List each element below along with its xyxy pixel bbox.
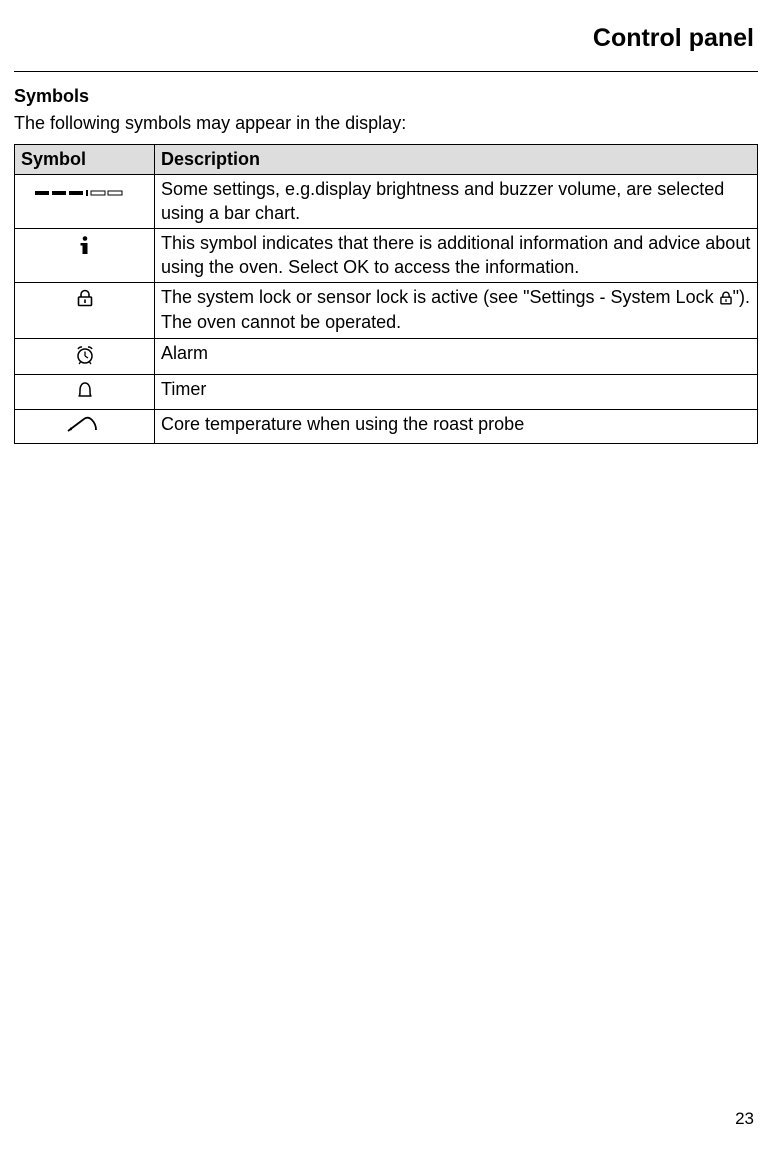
table-row: The system lock or sensor lock is active…	[15, 282, 758, 338]
alarm-icon	[75, 345, 95, 371]
intro-text-content: The following symbols may appear in the …	[14, 113, 406, 133]
probe-icon	[66, 416, 104, 440]
header-description-text: Description	[161, 149, 260, 169]
title-underline	[14, 71, 758, 72]
description-cell: This symbol indicates that there is addi…	[155, 229, 758, 283]
description-text: Some settings, e.g.display brightness an…	[161, 179, 724, 222]
lock-icon	[76, 289, 94, 313]
description-cell: Timer	[155, 375, 758, 409]
table-row: Some settings, e.g.display brightness an…	[15, 175, 758, 229]
symbol-cell	[15, 282, 155, 338]
description-text: Timer	[161, 379, 206, 399]
intro-text: The following symbols may appear in the …	[14, 113, 758, 134]
symbol-cell	[15, 338, 155, 374]
description-text: Alarm	[161, 343, 208, 363]
description-text-pre: The system lock or sensor lock is active…	[161, 287, 719, 307]
section-heading: Symbols	[14, 86, 758, 107]
page-title: Control panel	[14, 24, 758, 53]
timer-icon	[76, 381, 94, 405]
header-description: Description	[155, 145, 758, 175]
description-text: This symbol indicates that there is addi…	[161, 233, 750, 276]
page-number: 23	[735, 1109, 754, 1129]
info-icon	[79, 235, 91, 261]
table-row: This symbol indicates that there is addi…	[15, 229, 758, 283]
symbol-cell	[15, 375, 155, 409]
lock-icon	[719, 289, 733, 309]
table-row: Alarm	[15, 338, 758, 374]
header-symbol: Symbol	[15, 145, 155, 175]
description-text: Core temperature when using the roast pr…	[161, 414, 524, 434]
table-row: Timer	[15, 375, 758, 409]
bar-chart-icon	[35, 181, 135, 204]
description-cell: Some settings, e.g.display brightness an…	[155, 175, 758, 229]
description-cell: Core temperature when using the roast pr…	[155, 409, 758, 443]
table-row: Core temperature when using the roast pr…	[15, 409, 758, 443]
symbol-cell	[15, 229, 155, 283]
description-cell: The system lock or sensor lock is active…	[155, 282, 758, 338]
symbol-cell	[15, 409, 155, 443]
table-header-row: Symbol Description	[15, 145, 758, 175]
symbol-cell	[15, 175, 155, 229]
description-cell: Alarm	[155, 338, 758, 374]
page-title-text: Control panel	[593, 24, 754, 52]
symbols-table: Symbol Description Some settings, e.g.di	[14, 144, 758, 444]
header-symbol-text: Symbol	[21, 149, 86, 169]
section-heading-text: Symbols	[14, 86, 89, 106]
page-number-text: 23	[735, 1109, 754, 1128]
